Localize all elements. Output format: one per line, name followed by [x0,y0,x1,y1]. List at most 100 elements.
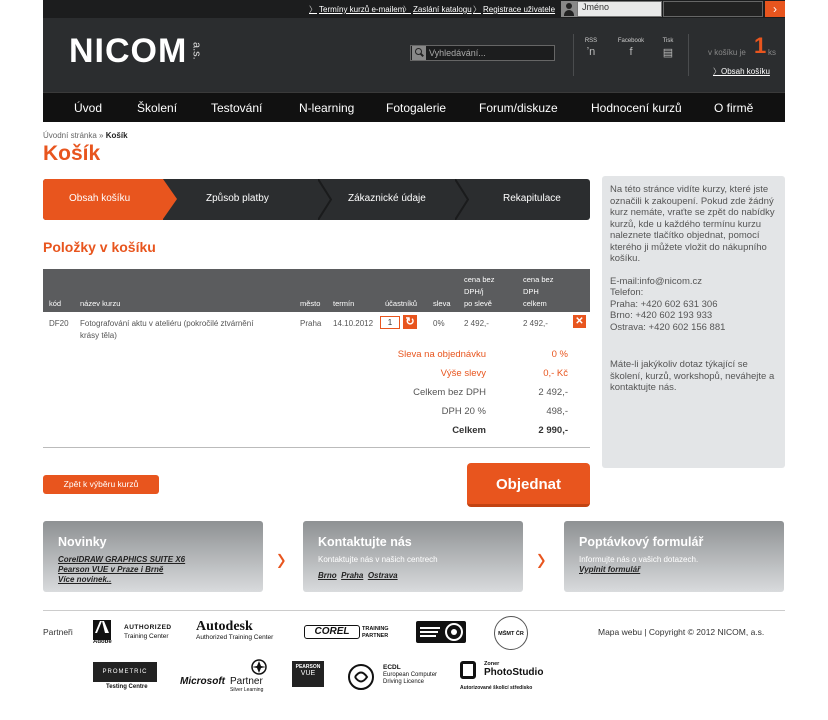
chevron-right-icon: › [537,536,546,579]
col-price-2: DPH/j [464,287,484,296]
contact-link-ostrava[interactable]: Ostrava [368,571,398,580]
print-label: Tisk [662,38,674,44]
print-link[interactable]: Tisk ▤ [660,38,676,59]
step-label-summary[interactable]: Rekapitulace [503,193,561,204]
row-code: DF20 [49,319,69,328]
breadcrumb: Úvodní stránka » Košík [43,131,128,140]
logo-suffix: a.s. [190,42,203,60]
corel-sub-2: PARTNER [362,633,389,639]
news-item[interactable]: Pearson VUE v Praze i Brně [58,565,248,575]
catalog-link[interactable]: 〉 Zaslání katalogu [403,4,472,15]
cert-badge-logo[interactable] [416,621,466,643]
msmt-logo[interactable]: MŠMT ČR [494,616,528,650]
nav-item-fotogalerie[interactable]: Fotogalerie [386,101,446,115]
quantity-input[interactable]: 1 [380,316,400,329]
logo-text: NICOM [69,31,188,70]
adobe-authorized: AUTHORIZED [124,624,172,631]
step-label-payment[interactable]: Způsob platby [206,193,269,204]
more-news-link[interactable]: Více novinek.. [58,575,248,585]
search-input[interactable]: Vyhledávání... [429,48,486,58]
news-box: Novinky CorelDRAW GRAPHICS SUITE X6 Pear… [43,521,263,592]
adobe-training: Training Center [124,633,169,640]
nav-item-o-firme[interactable]: O firmě [714,101,753,115]
nav-item-skoleni[interactable]: Školení [137,101,177,115]
microsoft-partner: Partner [230,676,263,687]
col-total-2: DPH [523,287,539,296]
summary-net-value: 2 492,- [538,387,568,398]
chevron-right-icon: 〉 [713,67,721,76]
facebook-link[interactable]: Facebook f [615,38,647,58]
summary-amount-label: Výše slevy [440,368,486,379]
divider [688,34,689,76]
print-icon: ▤ [662,47,674,59]
username-input[interactable]: Jméno [577,1,662,17]
search-icon[interactable] [412,46,426,60]
col-total-3: celkem [523,299,547,308]
newsletter-link[interactable]: 〉 Termíny kurzů e-mailem [309,4,404,15]
autodesk-logo[interactable]: Autodesk [196,619,253,635]
page: 〉 Termíny kurzů e-mailem 〉 Zaslání katalog… [0,0,828,720]
nav-item-forum[interactable]: Forum/diskuze [479,101,558,115]
login-button[interactable]: › [765,1,785,17]
col-discount: sleva [433,299,451,308]
col-city: město [300,299,321,308]
pearson-logo[interactable]: PEARSON VUE [292,661,324,687]
cart-unit: ks [768,48,776,57]
cart-label: v košíku je [708,48,746,57]
nav-item-testovani[interactable]: Testování [211,101,262,115]
news-item[interactable]: CorelDRAW GRAPHICS SUITE X6 [58,555,248,565]
register-link[interactable]: 〉 Registrace uživatele [473,4,555,15]
zoner-sub: Autorizované školicí středisko [460,685,533,691]
adobe-icon [95,621,109,633]
step-divider [455,179,469,220]
footer-copyright[interactable]: Mapa webu | Copyright © 2012 NICOM, a.s. [598,627,764,637]
contact-link-brno[interactable]: Brno [318,571,337,580]
row-date: 14.10.2012 [333,319,374,328]
row-name-2: krásy těla) [80,331,117,340]
step-label-cart[interactable]: Obsah košíku [69,193,130,204]
order-button[interactable]: Objednat [467,463,590,507]
divider [43,447,590,448]
top-bar: 〉 Termíny kurzů e-mailem 〉 Zaslání katalog… [43,0,785,18]
inquiry-title: Poptávkový formulář [579,535,704,549]
rss-link[interactable]: RSS ʼn [583,38,599,58]
cart-count: 1 [754,33,767,58]
adobe-logo[interactable] [93,620,111,640]
logo[interactable]: NICOM a.s. [69,31,203,70]
ecdl-symbol [354,671,369,683]
breadcrumb-home[interactable]: Úvodní stránka [43,131,97,140]
page-title: Košík [43,142,101,165]
password-input[interactable] [663,1,763,17]
summary-discount-value: 0 % [551,349,568,360]
microsoft-sub: Silver Learning [230,687,264,693]
corel-logo[interactable]: COREL [304,625,360,639]
ecdl-icon[interactable] [348,664,374,690]
prometric-logo[interactable]: PROMETRIC [93,662,157,682]
summary-net-label: Celkem bez DPH [413,387,486,398]
nav-item-hodnoceni[interactable]: Hodnocení kurzů [591,101,682,115]
nav-item-uvod[interactable]: Úvod [74,101,102,115]
breadcrumb-separator: » [99,131,104,140]
zoner-icon[interactable] [460,661,476,679]
breadcrumb-current: Košík [105,131,128,140]
items-heading: Položky v košíku [43,239,156,255]
nav-item-n-learning[interactable]: N-learning [299,101,354,115]
remove-icon[interactable]: ✕ [573,315,586,328]
search-box[interactable]: Vyhledávání... [410,45,555,61]
summary-discount-label: Sleva na objednávku [397,349,486,360]
row-city: Praha [300,319,322,328]
summary-vat-label: DPH 20 % [441,406,486,417]
col-participants: účastníků [385,299,418,308]
prometric-sub: Testing Centre [106,684,148,690]
cart-link[interactable]: 〉Obsah košíku [713,66,770,77]
step-label-customer[interactable]: Zákaznické údaje [348,193,426,204]
inquiry-link[interactable]: Vyplnit formulář [579,565,769,575]
contact-link-praha[interactable]: Praha [341,571,363,580]
back-to-courses-button[interactable]: Zpět k výběru kurzů [43,475,159,494]
ecdl-line-2: European Computer [383,672,438,678]
microsoft-logo[interactable]: Microsoft [180,676,225,687]
col-price-1: cena bez [464,275,495,284]
summary-vat-value: 498,- [546,406,568,417]
sidebar-contacts: E-mail:info@nicom.cz Telefon: Praha: +42… [610,275,726,333]
refresh-icon[interactable]: ↻ [403,315,417,329]
